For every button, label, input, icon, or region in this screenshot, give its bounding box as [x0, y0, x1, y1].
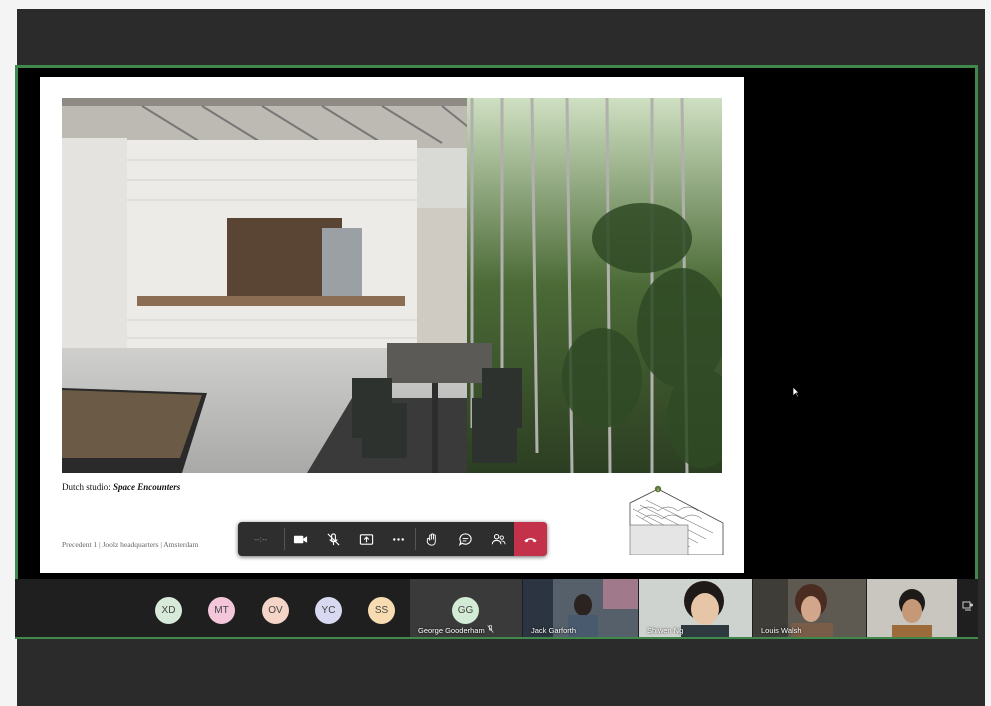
- avatar-initials: GG: [457, 605, 474, 616]
- share-button[interactable]: [350, 522, 383, 556]
- participant-avatar[interactable]: SS: [368, 597, 395, 624]
- slide-photo: [62, 98, 722, 473]
- avatar-initials: MT: [214, 605, 229, 616]
- axonometric-sketch: 1: [629, 485, 724, 555]
- participant-name: Louis Walsh: [761, 626, 802, 635]
- slide-footer: Precedent 1 | Joolz headquarters | Amste…: [62, 540, 199, 549]
- participant-name: Shiwen Ng: [647, 626, 684, 635]
- share-tray-icon: [359, 533, 373, 545]
- participants-button[interactable]: [482, 522, 515, 556]
- mouse-cursor-icon: [792, 386, 800, 398]
- avatar-initials: YC: [321, 605, 336, 616]
- hangup-icon: [524, 537, 537, 542]
- participant-avatar[interactable]: MT: [208, 597, 235, 624]
- participant-video: [867, 579, 957, 637]
- participant-name: Jack Garforth: [531, 626, 577, 635]
- participant-video-tile[interactable]: Shiwen Ng: [639, 579, 752, 637]
- mic-button[interactable]: [317, 522, 350, 556]
- people-overflow-icon: [962, 601, 973, 611]
- participant-avatar: GG: [452, 597, 479, 624]
- camera-icon: [294, 535, 308, 543]
- meeting-timer: --:--: [254, 534, 268, 544]
- photo-caption: Dutch studio: Space Encounters: [62, 482, 180, 492]
- participant-tile-george[interactable]: GG George Gooderham: [410, 579, 522, 637]
- camera-button[interactable]: [285, 522, 318, 556]
- raise-hand-icon: [427, 532, 436, 546]
- more-icon: [393, 537, 405, 541]
- mic-off-icon: [487, 625, 494, 633]
- meeting-toolbar: --:--: [238, 522, 548, 556]
- chat-button[interactable]: [449, 522, 482, 556]
- avatar-initials: SS: [374, 605, 389, 616]
- participant-name: George Gooderham: [418, 625, 494, 635]
- participant-video-tile[interactable]: [867, 579, 957, 637]
- participant-avatar[interactable]: XD: [155, 597, 182, 624]
- participant-video-tile[interactable]: Louis Walsh: [753, 579, 866, 637]
- participants-overflow[interactable]: [958, 579, 978, 637]
- participant-video-tile[interactable]: Jack Garforth: [523, 579, 638, 637]
- more-button[interactable]: [383, 522, 416, 556]
- caption-studio-name: Space Encounters: [113, 482, 181, 492]
- raise-hand-button[interactable]: [416, 522, 449, 556]
- people-icon: [491, 533, 506, 544]
- avatar-initials: XD: [161, 605, 176, 616]
- avatar-initials: OV: [268, 605, 283, 616]
- mic-off-icon: [327, 532, 340, 546]
- hangup-button[interactable]: [514, 522, 548, 556]
- chat-icon: [458, 532, 472, 546]
- participant-avatar[interactable]: YC: [315, 597, 342, 624]
- presentation-slide: Dutch studio: Space Encounters Precedent…: [40, 77, 744, 573]
- participant-avatar[interactable]: OV: [262, 597, 289, 624]
- caption-prefix: Dutch studio:: [62, 482, 113, 492]
